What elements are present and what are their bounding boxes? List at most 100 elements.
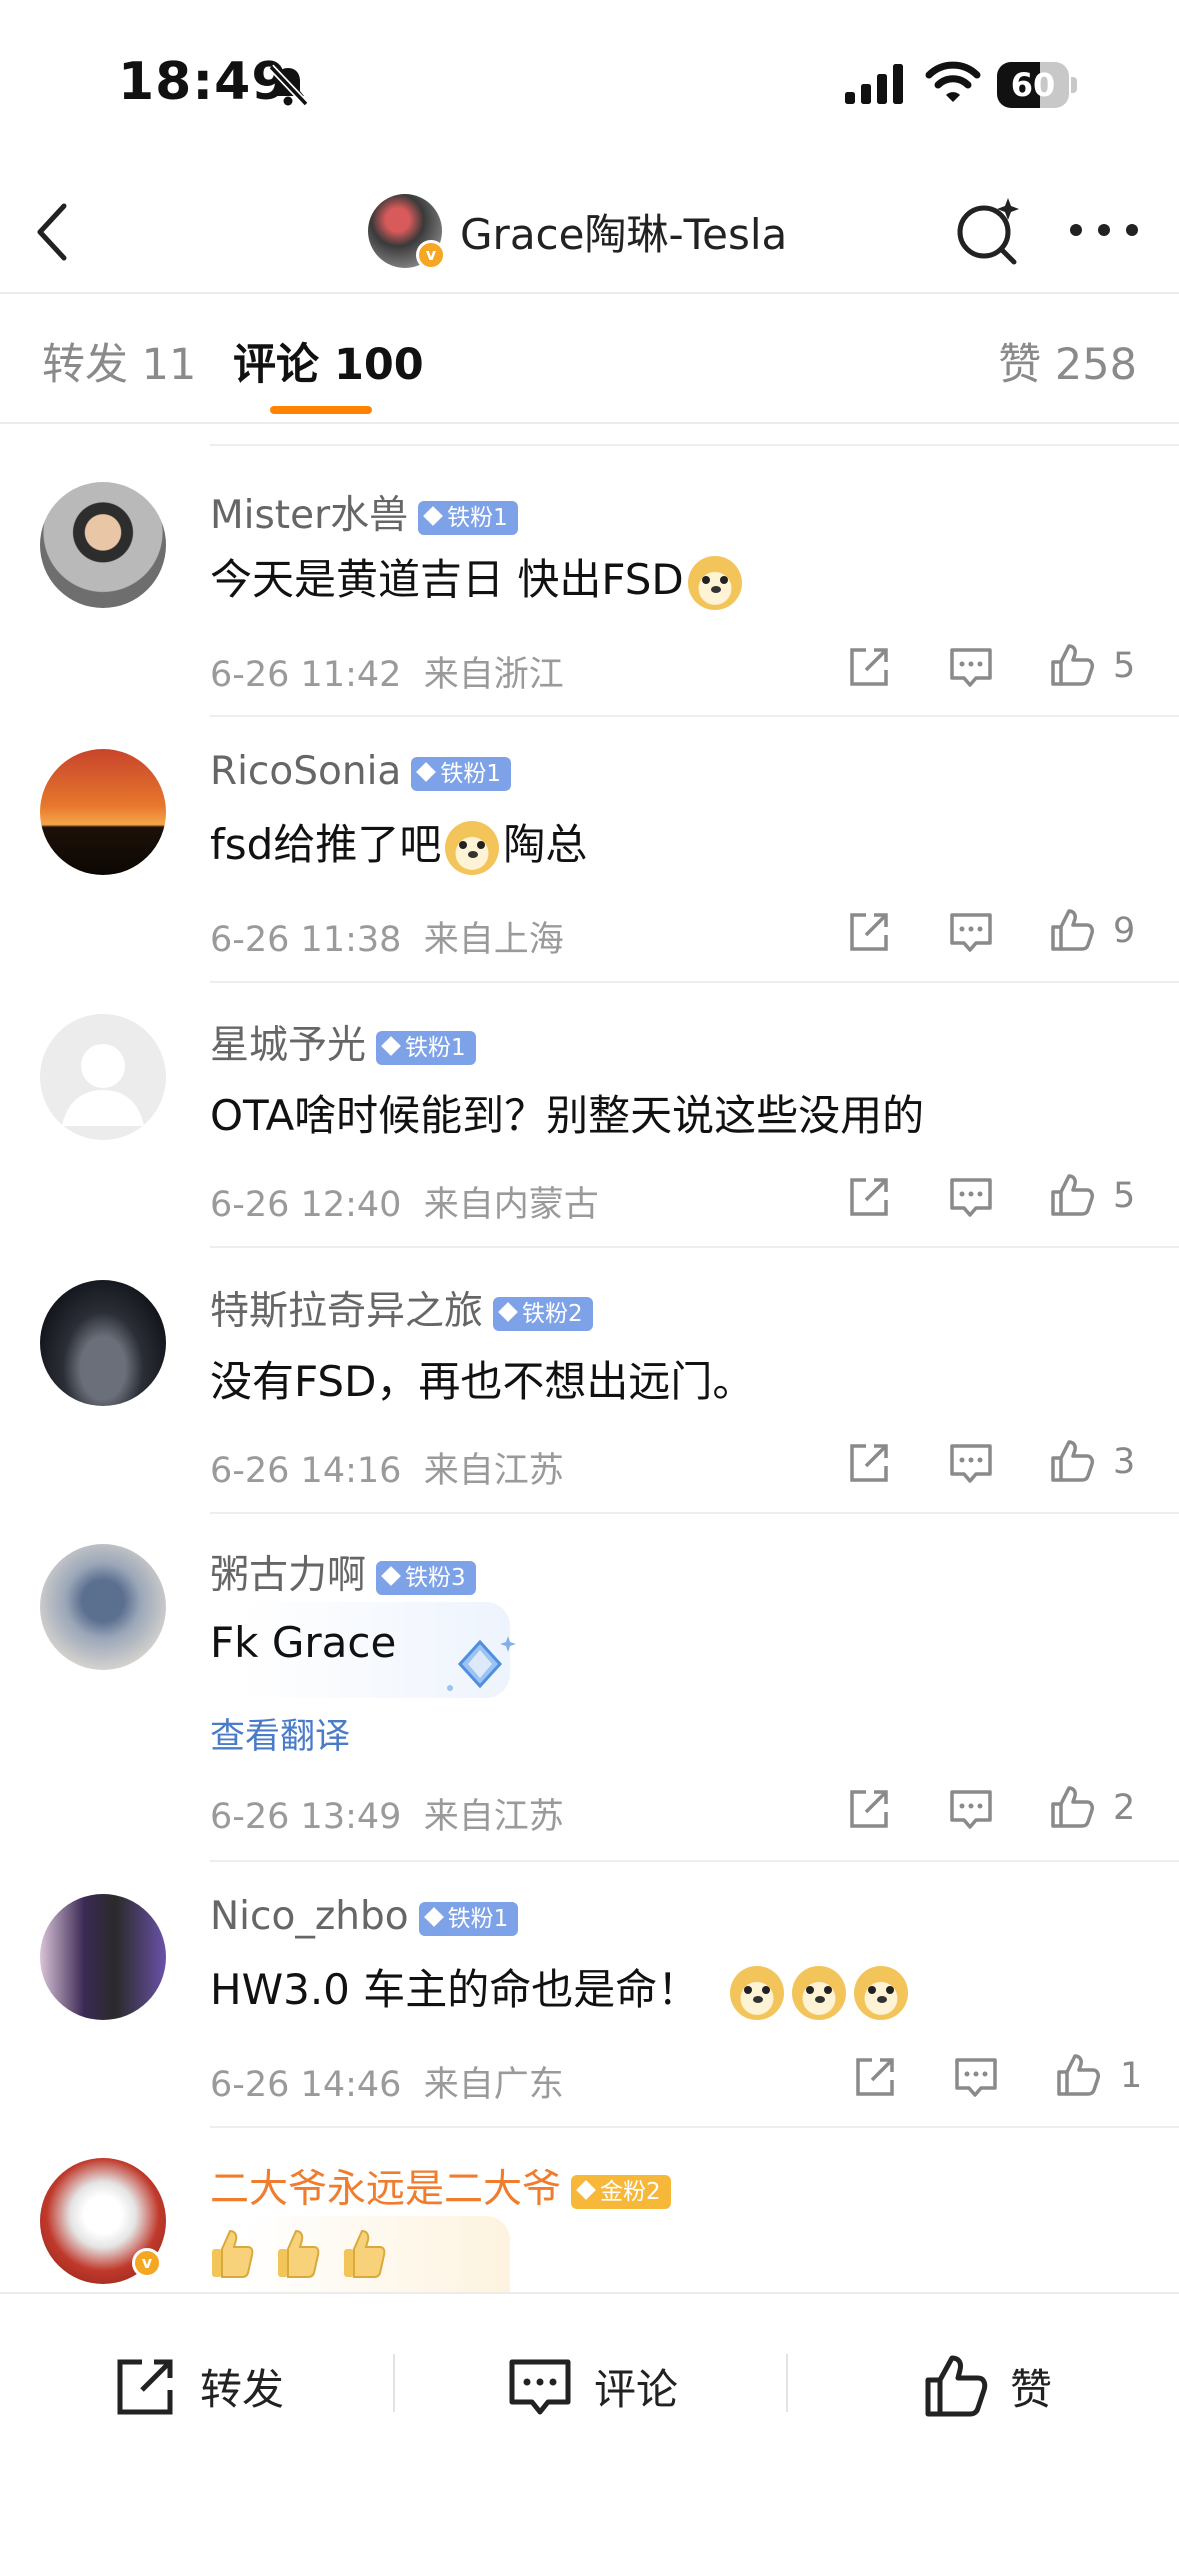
post-tabs: 转发 11 评论 100 赞 258 [0, 292, 1179, 424]
commenter-avatar[interactable] [40, 1894, 166, 2020]
share-icon[interactable] [846, 1440, 892, 1486]
like-thumb-icon[interactable] [1049, 642, 1095, 688]
commenter-avatar[interactable] [40, 749, 166, 875]
like-thumb-icon[interactable] [1049, 907, 1095, 953]
diamond-sparkle-icon [447, 1636, 516, 1691]
verified-badge-icon: v [416, 240, 446, 270]
commenter-name[interactable]: 粥古力啊 [210, 1553, 366, 1598]
diamond-icon [381, 1036, 401, 1056]
commenter-name[interactable]: 星城予光 [210, 1023, 366, 1068]
clock: 18:49 [118, 52, 289, 112]
like-count: 2 [1113, 1788, 1136, 1828]
comment-text: 没有FSD，再也不想出远门。 [210, 1357, 755, 1406]
cellular-signal-icon [845, 64, 903, 104]
comment-button[interactable]: 评论 [506, 2350, 678, 2422]
comment-meta: 6-26 13:49 来自江苏 [210, 1788, 564, 1839]
comment-text: 今天是黄道吉日 快出FSD [210, 546, 746, 610]
comment-text: fsd给推了吧 陶总 [210, 811, 587, 875]
comment-date: 6-26 12:40 [210, 1185, 402, 1225]
comment-text: OTA啥时候能到？别整天说这些没用的 [210, 1091, 925, 1140]
doge-emoji-icon [853, 1965, 908, 2020]
commenter-name[interactable]: 特斯拉奇异之旅 [210, 1289, 483, 1334]
comment-location: 来自上海 [423, 920, 564, 960]
reply-icon[interactable] [948, 909, 994, 955]
comment-location: 来自广东 [423, 2065, 564, 2105]
like-button[interactable]: 赞 [922, 2350, 1052, 2422]
commenter-name[interactable]: 二大爷永远是二大爷 [210, 2167, 561, 2212]
bell-muted-icon [268, 64, 309, 107]
active-tab-indicator [270, 406, 372, 414]
comment-text: HW3.0 车主的命也是命！ [210, 1956, 912, 2020]
reply-icon[interactable] [953, 2054, 999, 2100]
like-thumb-icon[interactable] [1049, 1784, 1095, 1830]
like-count: 9 [1113, 911, 1136, 951]
back-chevron-icon[interactable] [28, 194, 78, 270]
share-icon[interactable] [846, 1786, 892, 1832]
repost-button[interactable]: 转发 [112, 2350, 284, 2422]
divider [210, 1860, 1179, 1862]
diamond-icon [423, 1907, 444, 1927]
view-translation-link[interactable]: 查看翻译 [210, 1708, 350, 1759]
doge-emoji-icon [687, 555, 742, 610]
comment-text [210, 2226, 408, 2281]
reply-icon[interactable] [948, 1786, 994, 1832]
repost-label: 转发 [200, 2364, 285, 2414]
author-name: Grace陶琳-Tesla [460, 209, 788, 259]
commenter-avatar[interactable] [40, 482, 166, 608]
diamond-icon [423, 506, 444, 526]
more-options-icon[interactable] [1064, 200, 1144, 260]
fan-badge-gold: 金粉2 [571, 2174, 671, 2209]
reply-icon[interactable] [948, 644, 994, 690]
doge-emoji-icon [791, 1965, 846, 2020]
thumbs-up-emoji-icon [344, 2229, 386, 2278]
commenter-avatar[interactable] [40, 1544, 166, 1670]
comment-meta: 6-26 11:38 来自上海 [210, 911, 564, 962]
commenter-avatar[interactable] [40, 1280, 166, 1406]
like-count: 5 [1113, 646, 1136, 686]
commenter-name[interactable]: Nico_zhbo [210, 1894, 409, 1939]
post-author[interactable]: v Grace陶琳-Tesla [368, 190, 787, 272]
ai-search-icon[interactable] [952, 192, 1024, 270]
divider [210, 2126, 1179, 2128]
reply-icon[interactable] [948, 1440, 994, 1486]
divider [210, 981, 1179, 983]
commenter-name-row: 特斯拉奇异之旅 铁粉2 [210, 1280, 593, 1336]
diamond-icon [498, 1302, 518, 1322]
commenter-name-row: 星城予光 铁粉1 [210, 1014, 476, 1070]
commenter-name[interactable]: RicoSonia [210, 749, 401, 794]
author-avatar[interactable]: v [368, 194, 446, 270]
like-count: 1 [1120, 2056, 1143, 2096]
top-nav-bar: v Grace陶琳-Tesla [0, 170, 1179, 294]
share-icon[interactable] [846, 909, 892, 955]
share-icon[interactable] [846, 644, 892, 690]
like-label: 赞 [1010, 2364, 1053, 2414]
tab-comments[interactable]: 评论 100 [233, 330, 424, 392]
tab-likes[interactable]: 赞 258 [998, 330, 1137, 392]
like-thumb-icon[interactable] [1049, 1438, 1095, 1484]
thumbs-up-emoji-icon [212, 2229, 254, 2278]
like-thumb-icon[interactable] [1049, 1172, 1095, 1218]
fan-badge: 铁粉3 [376, 1560, 476, 1595]
comment-location: 来自江苏 [423, 1451, 564, 1491]
comment-date: 6-26 11:38 [210, 920, 402, 960]
comment-meta: 6-26 14:46 来自广东 [210, 2056, 564, 2107]
divider [210, 444, 1179, 446]
doge-emoji-icon [729, 1965, 784, 2020]
commenter-avatar-default[interactable] [40, 1014, 166, 1140]
comment-location: 来自浙江 [423, 655, 564, 695]
tab-reposts[interactable]: 转发 11 [42, 330, 196, 392]
commenter-name-row: Mister水兽 铁粉1 [210, 484, 518, 540]
comment-location: 来自江苏 [423, 1797, 564, 1837]
fan-badge: 铁粉1 [411, 756, 511, 791]
like-count: 3 [1113, 1442, 1136, 1482]
reply-icon[interactable] [948, 1174, 994, 1220]
share-icon[interactable] [852, 2054, 898, 2100]
share-icon[interactable] [846, 1174, 892, 1220]
battery-indicator: 60 [997, 62, 1077, 108]
commenter-name-row: 粥古力啊 铁粉3 [210, 1544, 476, 1600]
divider [210, 715, 1179, 717]
like-thumb-icon[interactable] [1055, 2052, 1101, 2098]
commenter-name[interactable]: Mister水兽 [210, 493, 408, 538]
diamond-icon [416, 762, 437, 782]
comment-icon [509, 2359, 571, 2415]
